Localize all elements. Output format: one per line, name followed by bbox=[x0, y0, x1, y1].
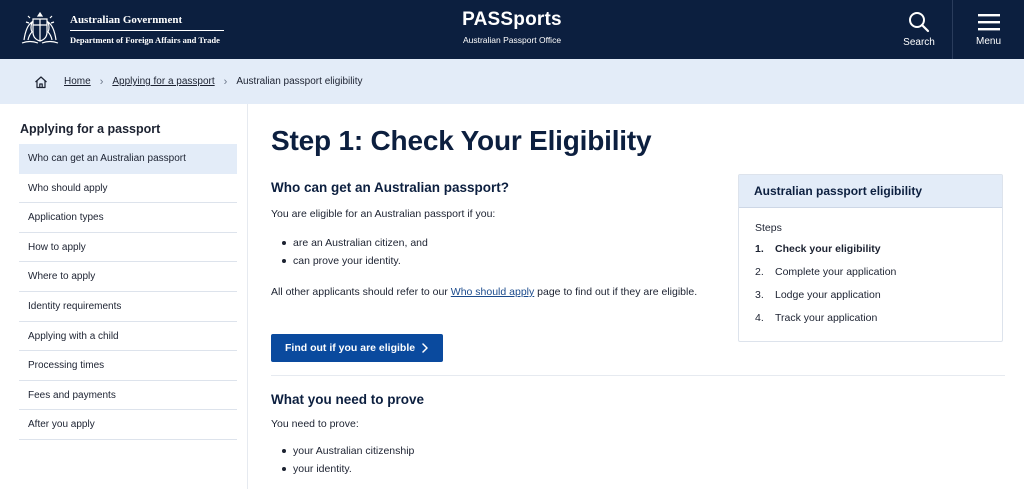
section-heading-what-to-prove: What you need to prove bbox=[271, 392, 425, 407]
who-should-apply-link[interactable]: Who should apply bbox=[451, 286, 534, 298]
steps-label: Steps bbox=[755, 222, 782, 234]
sidebar-item-identity-requirements[interactable]: Identity requirements bbox=[19, 292, 237, 322]
step-label: Lodge your application bbox=[775, 289, 881, 301]
breadcrumb-current: Australian passport eligibility bbox=[236, 76, 363, 87]
search-button[interactable]: Search bbox=[892, 0, 946, 59]
menu-button[interactable]: Menu bbox=[952, 0, 1024, 59]
section-divider bbox=[271, 375, 1005, 376]
page-title: Step 1: Check Your Eligibility bbox=[271, 125, 652, 156]
step-lodge-application[interactable]: 3. Lodge your application bbox=[755, 284, 987, 307]
sidebar-item-how-to-apply[interactable]: How to apply bbox=[19, 233, 237, 263]
site-header: Australian Government Department of Fore… bbox=[0, 0, 1024, 59]
brand-title: PASSports bbox=[462, 9, 562, 30]
eligibility-steps-panel: Australian passport eligibility Steps 1.… bbox=[738, 174, 1003, 342]
step-label: Check your eligibility bbox=[775, 243, 881, 255]
prove-intro: You need to prove: bbox=[271, 418, 359, 430]
sidebar-item-after-you-apply[interactable]: After you apply bbox=[19, 410, 237, 440]
find-out-eligible-button[interactable]: Find out if you are eligible bbox=[271, 334, 443, 362]
home-icon[interactable] bbox=[34, 75, 48, 89]
coat-of-arms-icon bbox=[21, 11, 59, 44]
cta-label: Find out if you are eligible bbox=[285, 342, 416, 354]
list-item: are an Australian citizen, and bbox=[282, 234, 428, 252]
search-label: Search bbox=[903, 37, 935, 48]
eligibility-intro: You are eligible for an Australian passp… bbox=[271, 208, 496, 220]
list-item: your identity. bbox=[282, 460, 414, 478]
list-item: can prove your identity. bbox=[282, 252, 428, 270]
note-text: All other applicants should refer to our bbox=[271, 286, 451, 298]
step-check-eligibility[interactable]: 1. Check your eligibility bbox=[755, 238, 987, 261]
sidebar-item-who-should-apply[interactable]: Who should apply bbox=[19, 174, 237, 204]
list-item: your Australian citizenship bbox=[282, 442, 414, 460]
step-number: 3. bbox=[755, 289, 764, 301]
panel-title: Australian passport eligibility bbox=[739, 175, 1002, 208]
sidebar-item-application-types[interactable]: Application types bbox=[19, 203, 237, 233]
step-number: 1. bbox=[755, 243, 764, 255]
sidebar-title: Applying for a passport bbox=[20, 122, 161, 136]
sidebar-item-fees-and-payments[interactable]: Fees and payments bbox=[19, 381, 237, 411]
step-number: 2. bbox=[755, 266, 764, 278]
chevron-right-icon: › bbox=[223, 75, 228, 88]
step-label: Track your application bbox=[775, 312, 878, 324]
sidebar-divider bbox=[247, 104, 248, 489]
site-brand[interactable]: PASSports Australian Passport Office bbox=[440, 9, 584, 46]
sidebar-item-where-to-apply[interactable]: Where to apply bbox=[19, 262, 237, 292]
chevron-right-icon: › bbox=[99, 75, 104, 88]
breadcrumb: Home › Applying for a passport › Austral… bbox=[0, 59, 1024, 104]
breadcrumb-applying-link[interactable]: Applying for a passport bbox=[112, 76, 214, 87]
section-heading-eligibility: Who can get an Australian passport? bbox=[271, 180, 510, 195]
prove-list: your Australian citizenship your identit… bbox=[282, 442, 414, 478]
note-text: page to find out if they are eligible. bbox=[534, 286, 698, 298]
chevron-right-icon bbox=[422, 343, 428, 353]
sidebar-item-processing-times[interactable]: Processing times bbox=[19, 351, 237, 381]
hamburger-icon bbox=[977, 14, 1000, 31]
sidebar-nav: Applying for a passport Who can get an A… bbox=[19, 104, 237, 440]
brand-subtitle: Australian Passport Office bbox=[462, 35, 562, 45]
government-name: Australian Government bbox=[70, 13, 224, 31]
breadcrumb-home-link[interactable]: Home bbox=[64, 76, 91, 87]
step-track-application[interactable]: 4. Track your application bbox=[755, 307, 987, 330]
government-logo[interactable]: Australian Government Department of Fore… bbox=[18, 8, 224, 50]
eligibility-list: are an Australian citizen, and can prove… bbox=[282, 234, 428, 270]
eligibility-note: All other applicants should refer to our… bbox=[271, 284, 701, 301]
step-complete-application[interactable]: 2. Complete your application bbox=[755, 261, 987, 284]
step-label: Complete your application bbox=[775, 266, 897, 278]
search-icon bbox=[909, 12, 930, 33]
menu-label: Menu bbox=[975, 36, 1001, 47]
step-number: 4. bbox=[755, 312, 764, 324]
sidebar-item-applying-with-child[interactable]: Applying with a child bbox=[19, 322, 237, 352]
sidebar-item-who-can-get[interactable]: Who can get an Australian passport bbox=[19, 144, 237, 174]
department-name: Department of Foreign Affairs and Trade bbox=[70, 34, 220, 45]
